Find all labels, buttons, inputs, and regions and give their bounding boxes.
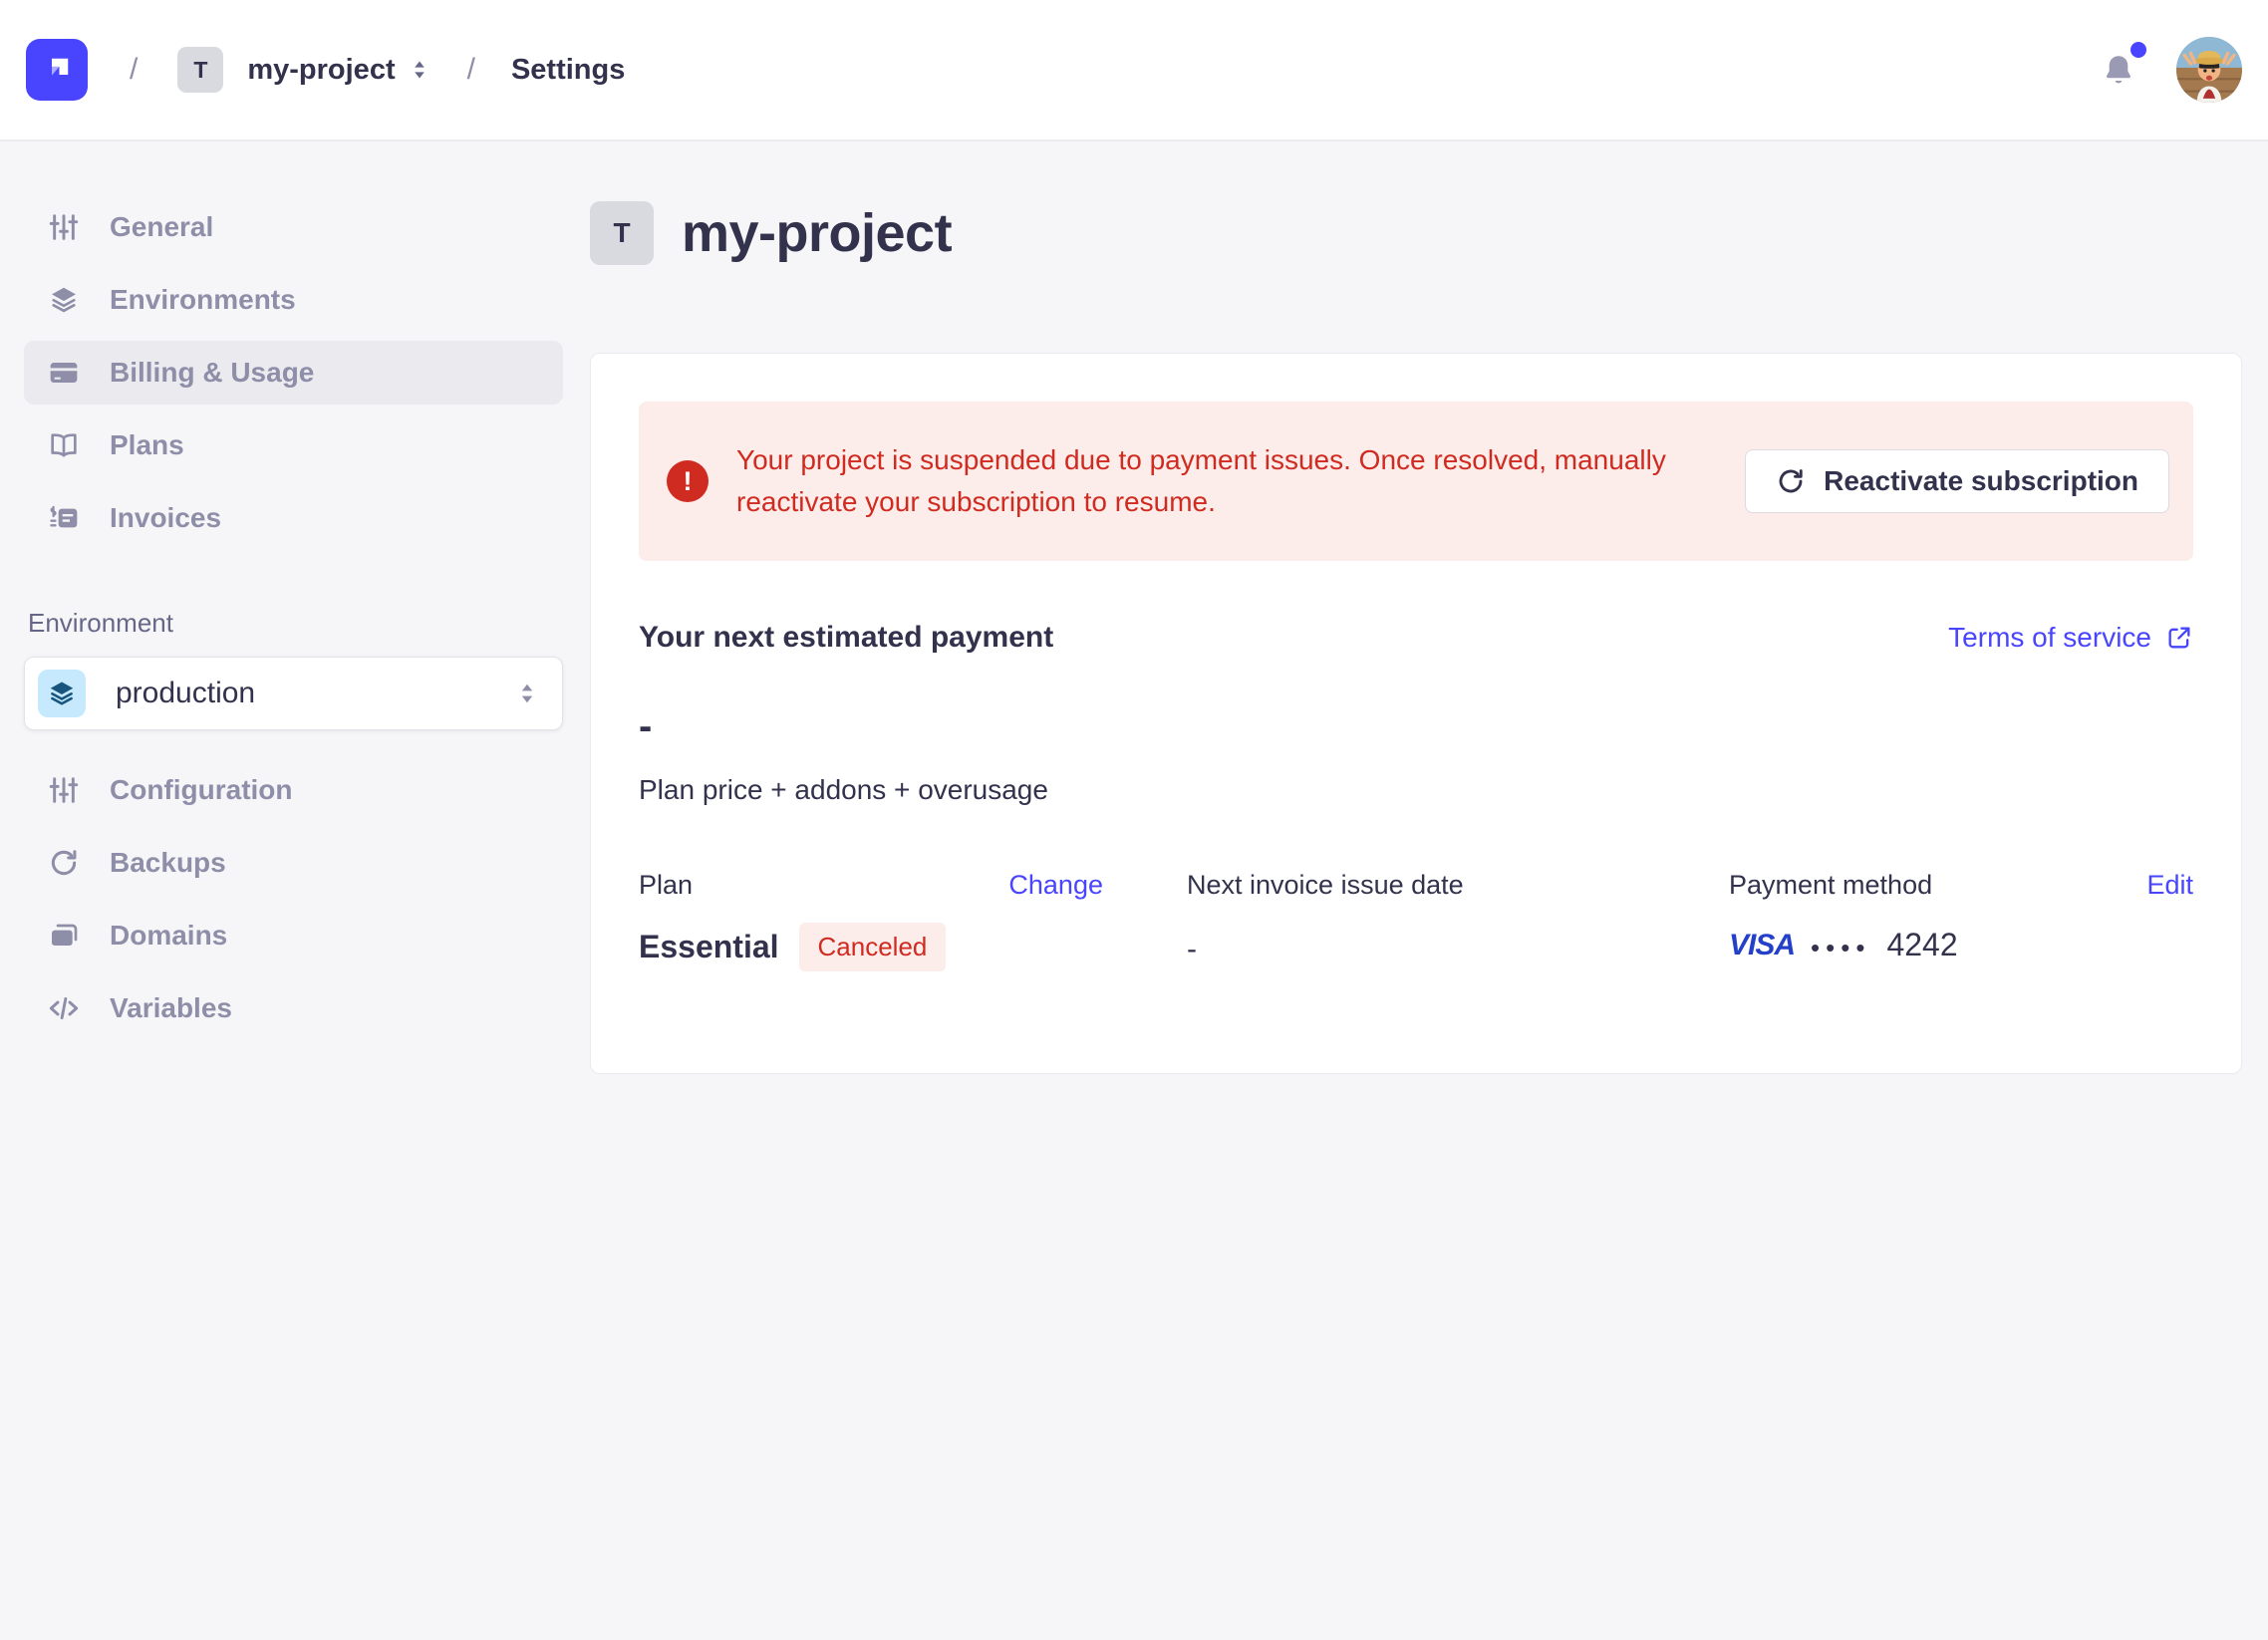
- environment-selected-value: production: [116, 677, 255, 710]
- next-payment-title: Your next estimated payment: [639, 621, 1053, 655]
- sidebar-item-billing-usage[interactable]: Billing & Usage: [24, 341, 563, 405]
- sidebar-item-label: Environments: [110, 284, 296, 316]
- sidebar-item-label: Invoices: [110, 502, 221, 534]
- map-icon: [48, 429, 80, 461]
- external-link-icon: [2165, 624, 2193, 652]
- project-title-row: T my-project: [590, 201, 2242, 265]
- sidebar-item-label: Variables: [110, 992, 232, 1024]
- plan-name: Essential: [639, 929, 779, 965]
- environment-select[interactable]: production: [24, 657, 563, 730]
- plan-status-badge: Canceled: [799, 923, 947, 971]
- page-title: my-project: [682, 202, 952, 264]
- alert-exclamation-icon: !: [667, 460, 709, 502]
- reactivate-subscription-button[interactable]: Reactivate subscription: [1745, 449, 2169, 513]
- payment-method-column: Payment method Edit VISA •••• 4242: [1729, 870, 2193, 971]
- folder-icon: [48, 920, 80, 952]
- layers-icon: [48, 284, 80, 316]
- sidebar-item-backups[interactable]: Backups: [24, 831, 563, 895]
- next-invoice-column: Next invoice issue date -: [1187, 870, 1615, 971]
- visa-logo: VISA: [1729, 929, 1795, 962]
- sidebar-item-label: General: [110, 211, 213, 243]
- sidebar-item-environments[interactable]: Environments: [24, 268, 563, 332]
- sidebar-item-label: Backups: [110, 847, 226, 879]
- plan-column: Plan Change Essential Canceled: [639, 870, 1103, 971]
- breadcrumb-separator: /: [130, 53, 138, 87]
- terms-of-service-link[interactable]: Terms of service: [1948, 622, 2193, 654]
- bell-icon: [2101, 52, 2136, 88]
- estimated-amount-value: -: [639, 706, 2193, 746]
- sidebar-item-general[interactable]: General: [24, 195, 563, 259]
- payment-method-label: Payment method: [1729, 870, 1932, 901]
- sidebar-item-domains[interactable]: Domains: [24, 904, 563, 967]
- change-plan-link[interactable]: Change: [1008, 870, 1103, 901]
- breadcrumb-project-chip[interactable]: T: [177, 47, 223, 93]
- sliders-icon: [48, 211, 80, 243]
- invoice-icon: [48, 502, 80, 534]
- topbar-right-group: [2101, 37, 2242, 103]
- chevron-up-down-icon: [514, 681, 540, 706]
- environment-section-label: Environment: [28, 608, 590, 639]
- refresh-icon: [1776, 466, 1806, 496]
- app-logo[interactable]: [26, 39, 88, 101]
- refresh-icon: [48, 847, 80, 879]
- sidebar-item-plans[interactable]: Plans: [24, 413, 563, 477]
- sidebar-item-configuration[interactable]: Configuration: [24, 758, 563, 822]
- alert-message: Your project is suspended due to payment…: [736, 439, 1733, 523]
- main-content: T my-project ! Your project is suspended…: [590, 141, 2268, 1640]
- terms-link-label: Terms of service: [1948, 622, 2151, 654]
- notification-dot: [2130, 42, 2146, 58]
- sidebar-item-label: Configuration: [110, 774, 293, 806]
- plan-label: Plan: [639, 870, 693, 901]
- reactivate-button-label: Reactivate subscription: [1824, 465, 2138, 497]
- notifications-button[interactable]: [2101, 52, 2136, 88]
- breadcrumb-separator: /: [467, 53, 475, 87]
- sidebar-item-invoices[interactable]: Invoices: [24, 486, 563, 550]
- code-icon: [48, 992, 80, 1024]
- next-invoice-value: -: [1187, 933, 1615, 966]
- project-switcher-sort-icon[interactable]: [408, 58, 431, 82]
- billing-card: ! Your project is suspended due to payme…: [590, 353, 2242, 1074]
- user-avatar[interactable]: [2176, 37, 2242, 103]
- sidebar-item-label: Plans: [110, 429, 184, 461]
- top-bar: / T my-project / Settings: [0, 0, 2268, 141]
- settings-sidebar: General Environments Billing & Usage: [0, 141, 590, 1640]
- credit-card-icon: [48, 357, 80, 389]
- card-number-dots: ••••: [1811, 931, 1870, 960]
- card-last4: 4242: [1886, 927, 1957, 963]
- edit-payment-link[interactable]: Edit: [2146, 870, 2193, 901]
- suspension-alert: ! Your project is suspended due to payme…: [639, 402, 2193, 561]
- estimated-amount-caption: Plan price + addons + overusage: [639, 774, 2193, 806]
- breadcrumb-settings[interactable]: Settings: [511, 54, 625, 87]
- next-invoice-label: Next invoice issue date: [1187, 870, 1464, 901]
- sidebar-item-variables[interactable]: Variables: [24, 976, 563, 1040]
- environment-chip: [38, 670, 86, 717]
- project-initial-chip: T: [590, 201, 654, 265]
- sidebar-item-label: Billing & Usage: [110, 357, 314, 389]
- sidebar-item-label: Domains: [110, 920, 227, 952]
- strapi-cloud-icon: [37, 50, 77, 90]
- sliders-icon: [48, 774, 80, 806]
- breadcrumb-project-name[interactable]: my-project: [247, 54, 395, 87]
